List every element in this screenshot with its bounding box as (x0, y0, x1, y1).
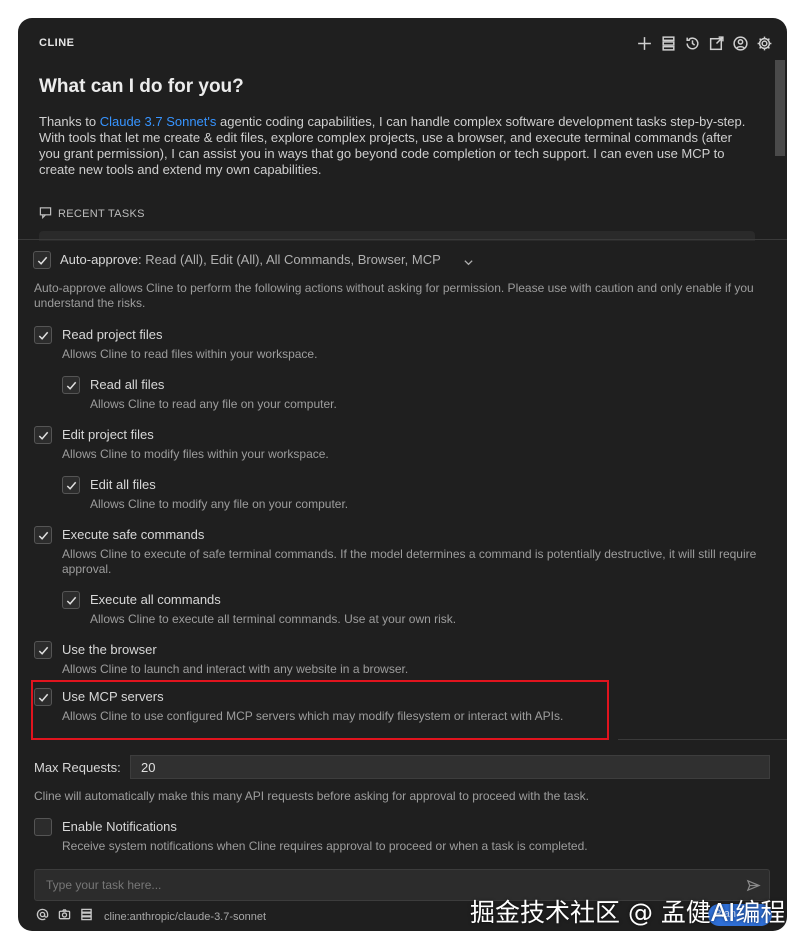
enable-notifications-checkbox[interactable] (34, 818, 52, 836)
at-mention-icon[interactable] (36, 908, 49, 926)
popout-icon[interactable] (707, 34, 725, 52)
enable-notifications-label[interactable]: Enable Notifications (62, 819, 177, 834)
check-icon (37, 256, 47, 265)
read-all-files-desc: Allows Cline to read any file on your co… (90, 397, 337, 411)
para-prefix: Thanks to (39, 114, 100, 129)
watermark: 掘金技术社区 @ 孟健AI编程 (470, 898, 786, 927)
panel-header: CLINE (18, 18, 787, 70)
welcome-section: What can I do for you? Thanks to Claude … (39, 76, 749, 178)
divider (618, 739, 787, 740)
edit-all-files-checkbox[interactable] (62, 476, 80, 494)
execute-safe-commands-checkbox[interactable] (34, 526, 52, 544)
edit-all-files-label[interactable]: Edit all files (90, 477, 156, 492)
highlight-box (31, 680, 609, 740)
check-icon (38, 531, 48, 540)
recent-tasks-header[interactable]: RECENT TASKS (39, 206, 145, 222)
auto-approve-title: Auto-approve: (60, 252, 142, 267)
read-project-files-checkbox[interactable] (34, 326, 52, 344)
check-icon (66, 596, 76, 605)
camera-icon[interactable] (58, 908, 71, 926)
edit-project-files-checkbox[interactable] (34, 426, 52, 444)
use-browser-checkbox[interactable] (34, 641, 52, 659)
use-browser-desc: Allows Cline to launch and interact with… (62, 662, 409, 676)
plus-icon[interactable] (635, 34, 653, 52)
history-icon[interactable] (683, 34, 701, 52)
divider (18, 239, 787, 240)
execute-safe-commands-desc: Allows Cline to execute of safe terminal… (62, 547, 757, 576)
app-title: CLINE (39, 37, 75, 49)
header-toolbar (635, 34, 773, 52)
model-link[interactable]: Claude 3.7 Sonnet's (100, 114, 217, 129)
gear-icon[interactable] (755, 34, 773, 52)
max-requests-input[interactable] (130, 755, 770, 779)
welcome-paragraph: Thanks to Claude 3.7 Sonnet's agentic co… (39, 114, 749, 178)
check-icon (38, 431, 48, 440)
task-input[interactable] (44, 877, 738, 893)
account-icon[interactable] (731, 34, 749, 52)
read-project-files-desc: Allows Cline to read files within your w… (62, 347, 318, 361)
read-all-files-checkbox[interactable] (62, 376, 80, 394)
cline-panel: CLINE What can I do for you? Thanks to C… (18, 18, 787, 931)
scrollbar[interactable] (775, 60, 785, 156)
execute-safe-commands-label[interactable]: Execute safe commands (62, 527, 204, 542)
check-icon (66, 381, 76, 390)
send-icon[interactable] (746, 878, 761, 893)
execute-all-commands-label[interactable]: Execute all commands (90, 592, 221, 607)
chevron-down-icon[interactable] (463, 255, 474, 266)
check-icon (38, 646, 48, 655)
edit-project-files-label[interactable]: Edit project files (62, 427, 154, 442)
mcp-servers-icon[interactable] (659, 34, 677, 52)
mcp-servers-icon[interactable] (80, 908, 93, 926)
read-project-files-label[interactable]: Read project files (62, 327, 162, 342)
auto-approve-checkbox[interactable] (33, 251, 51, 269)
edit-all-files-desc: Allows Cline to modify any file on your … (90, 497, 349, 511)
check-icon (38, 331, 48, 340)
use-browser-label[interactable]: Use the browser (62, 642, 157, 657)
auto-approve-label[interactable]: Auto-approve: Read (All), Edit (All), Al… (60, 252, 441, 267)
auto-approve-summary: Read (All), Edit (All), All Commands, Br… (145, 252, 441, 267)
auto-approve-description: Auto-approve allows Cline to perform the… (34, 281, 754, 310)
comment-icon (39, 206, 52, 222)
recent-tasks-label: RECENT TASKS (58, 208, 145, 220)
welcome-heading: What can I do for you? (39, 76, 244, 97)
max-requests-desc: Cline will automatically make this many … (34, 789, 589, 803)
max-requests-label: Max Requests: (34, 760, 121, 775)
check-icon (66, 481, 76, 490)
execute-all-commands-desc: Allows Cline to execute all terminal com… (90, 612, 457, 626)
edit-project-files-desc: Allows Cline to modify files within your… (62, 447, 329, 461)
read-all-files-label[interactable]: Read all files (90, 377, 164, 392)
model-selector[interactable]: cline:anthropic/claude-3.7-sonnet (104, 911, 266, 923)
footer-bar: cline:anthropic/claude-3.7-sonnet (36, 908, 266, 926)
enable-notifications-desc: Receive system notifications when Cline … (62, 839, 588, 853)
execute-all-commands-checkbox[interactable] (62, 591, 80, 609)
